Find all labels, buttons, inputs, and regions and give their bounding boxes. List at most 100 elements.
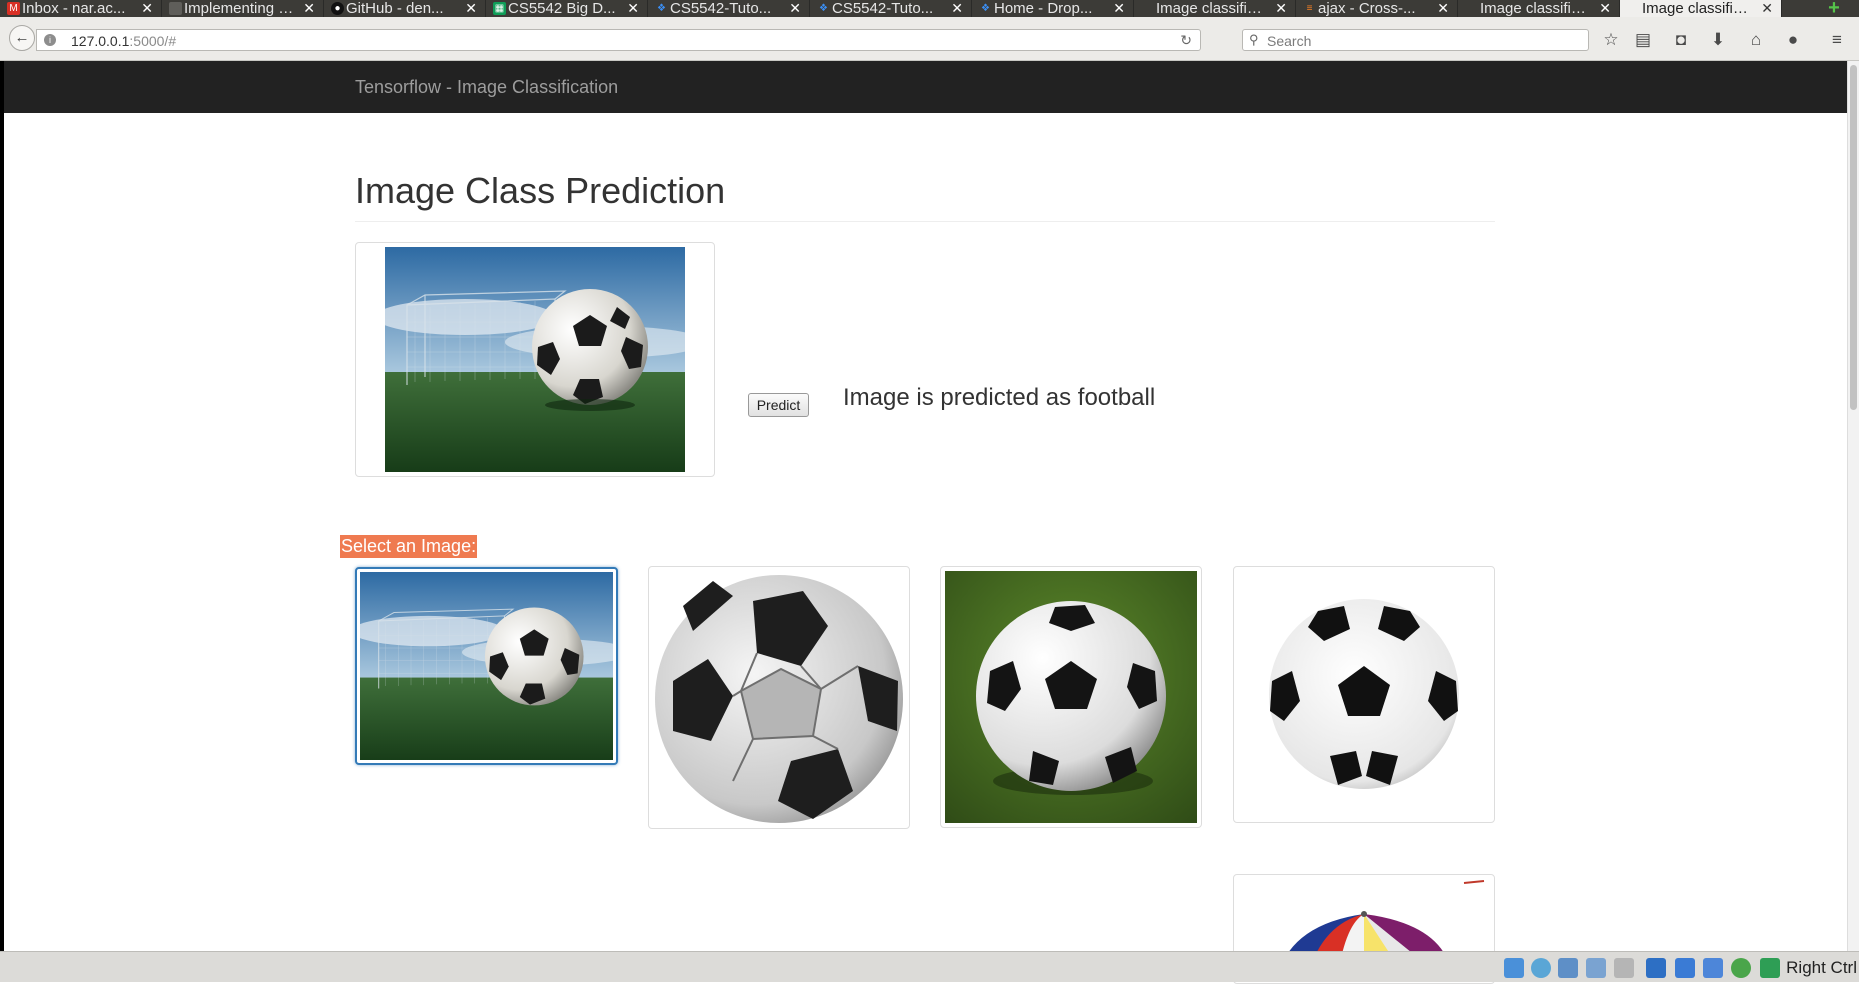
tab-label: Inbox - nar.ac...: [22, 1, 126, 16]
tab-label: GitHub - den...: [346, 1, 444, 16]
page-icon: [1465, 2, 1478, 15]
github-icon: ●: [331, 2, 344, 15]
gallery-image-2[interactable]: [648, 566, 910, 829]
reload-icon[interactable]: ↻: [1180, 31, 1192, 49]
browser-tab[interactable]: ❖ Home - Drop... ✕: [972, 0, 1134, 17]
browser-toolbar: ← i 127.0.0.1:5000/# ↻ ⚲ ☆ ▤ ◘ ⬇ ⌂ ● ≡: [0, 17, 1859, 61]
soccer-ball-white-bg: [1238, 571, 1490, 818]
site-info-icon[interactable]: i: [44, 34, 56, 46]
new-tab-icon[interactable]: +: [1821, 0, 1847, 18]
shared-folder-icon[interactable]: [1586, 958, 1606, 978]
tab-label: Home - Drop...: [994, 1, 1093, 16]
page-icon: [1627, 2, 1640, 15]
optical-drive-icon[interactable]: [1531, 958, 1551, 978]
bookmark-star-icon[interactable]: ☆: [1600, 29, 1622, 51]
gmail-icon: M: [7, 2, 20, 15]
tab-label: CS5542 Big D...: [508, 1, 616, 16]
browser-tab[interactable]: ▦ CS5542 Big D... ✕: [486, 0, 648, 17]
browser-tab[interactable]: Implementing a ... ✕: [162, 0, 324, 17]
tab-label: Image classifica...: [1156, 1, 1268, 16]
prediction-result: Image is predicted as football: [843, 384, 1156, 411]
close-icon[interactable]: ✕: [303, 0, 315, 17]
url-text[interactable]: 127.0.0.1:5000/#: [71, 33, 176, 49]
cpu-icon[interactable]: [1703, 958, 1723, 978]
browser-tab[interactable]: M Inbox - nar.ac... ✕: [0, 0, 162, 17]
close-icon[interactable]: ✕: [1275, 0, 1287, 17]
url-bar[interactable]: i 127.0.0.1:5000/# ↻: [36, 29, 1201, 51]
gallery-image: [1238, 571, 1490, 818]
tab-label: Implementing a ...: [184, 1, 296, 16]
gallery-image-3[interactable]: [940, 566, 1202, 828]
close-icon[interactable]: ✕: [789, 0, 801, 17]
tab-label: ajax - Cross-...: [1318, 1, 1416, 16]
close-icon[interactable]: ✕: [1437, 0, 1449, 17]
tab-label: CS5542-Tuto...: [832, 1, 934, 16]
host-key-label: Right Ctrl: [1786, 958, 1857, 977]
dropbox-icon: ❖: [657, 3, 666, 14]
search-icon: ⚲: [1249, 32, 1259, 47]
predict-button[interactable]: Predict: [748, 393, 809, 417]
home-icon[interactable]: ⌂: [1745, 29, 1767, 51]
arrow-down-icon[interactable]: [1760, 958, 1780, 978]
url-path: :5000/#: [129, 33, 177, 49]
menu-icon[interactable]: ≡: [1826, 29, 1848, 51]
search-input[interactable]: [1267, 33, 1567, 49]
browser-tab-active[interactable]: Image classifica... ✕: [1620, 0, 1782, 17]
reading-list-icon[interactable]: ▤: [1632, 29, 1654, 51]
close-icon[interactable]: ✕: [1113, 0, 1125, 17]
scrollbar-thumb[interactable]: [1850, 65, 1857, 410]
chat-icon[interactable]: ●: [1782, 29, 1804, 51]
window-left-edge: [0, 61, 4, 951]
dropbox-icon: ❖: [819, 3, 828, 14]
browser-tab[interactable]: ❖ CS5542-Tuto... ✕: [648, 0, 810, 17]
browser-tab[interactable]: ≡ ajax - Cross-... ✕: [1296, 0, 1458, 17]
close-icon[interactable]: ✕: [1761, 0, 1773, 17]
gallery-image: [653, 571, 905, 824]
vm-status-bar: Right Ctrl: [0, 951, 1859, 982]
navbar-brand[interactable]: Tensorflow - Image Classification: [355, 77, 618, 98]
browser-tab[interactable]: ❖ CS5542-Tuto... ✕: [810, 0, 972, 17]
soccer-ball-on-grass: [945, 571, 1197, 823]
gallery-image: [360, 572, 613, 760]
browser-tab[interactable]: Image classifica... ✕: [1134, 0, 1296, 17]
gallery-image-1[interactable]: [355, 567, 618, 765]
soccer-ball-goal-scene: [360, 572, 613, 760]
monitor-icon[interactable]: [1646, 958, 1666, 978]
download-icon[interactable]: ⬇: [1707, 29, 1729, 51]
dropbox-icon: ❖: [981, 3, 990, 14]
globe-icon[interactable]: [1731, 958, 1751, 978]
display-icon[interactable]: [1614, 958, 1634, 978]
selected-image-preview: [355, 242, 715, 477]
tab-label: CS5542-Tuto...: [670, 1, 772, 16]
page-scrollbar[interactable]: [1847, 61, 1859, 951]
tab-label: Image classifica...: [1642, 1, 1754, 16]
tab-label: Image classifica...: [1480, 1, 1592, 16]
usb-icon[interactable]: [1558, 958, 1578, 978]
gallery-image: [945, 571, 1197, 823]
close-icon[interactable]: ✕: [1599, 0, 1611, 17]
back-arrow-icon[interactable]: ←: [9, 25, 35, 51]
page-icon: [1141, 2, 1154, 15]
close-icon[interactable]: ✕: [951, 0, 963, 17]
gallery-image-4[interactable]: [1233, 566, 1495, 823]
browser-tab[interactable]: Image classifica... ✕: [1458, 0, 1620, 17]
stackoverflow-icon: ≡: [1306, 3, 1313, 14]
soccer-ball-goal-scene: [385, 247, 685, 472]
close-icon[interactable]: ✕: [141, 0, 153, 17]
sheets-icon: ▦: [493, 2, 506, 15]
page-title: Image Class Prediction: [355, 170, 726, 211]
search-bar[interactable]: ⚲: [1242, 29, 1589, 51]
soccer-ball-closeup: [655, 575, 903, 823]
close-icon[interactable]: ✕: [465, 0, 477, 17]
browser-tab[interactable]: ● GitHub - den... ✕: [324, 0, 486, 17]
select-image-label: Select an Image:: [340, 535, 478, 558]
close-icon[interactable]: ✕: [627, 0, 639, 17]
page-header: Image Class Prediction: [355, 160, 1495, 222]
page-icon: [169, 2, 182, 15]
browser-tab-strip: M Inbox - nar.ac... ✕ Implementing a ...…: [0, 0, 1859, 18]
capture-icon[interactable]: [1675, 958, 1695, 978]
url-host: 127.0.0.1: [71, 33, 130, 49]
pocket-icon[interactable]: ◘: [1670, 29, 1692, 51]
preview-image: [385, 247, 685, 472]
network-icon[interactable]: [1504, 958, 1524, 978]
